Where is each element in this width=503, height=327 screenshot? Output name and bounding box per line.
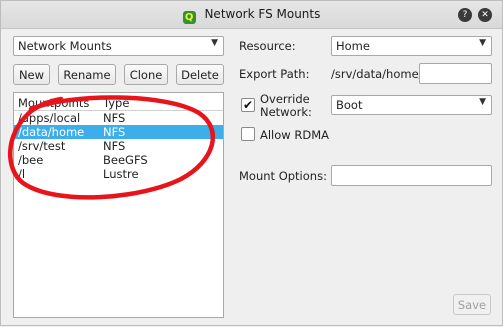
dropdown-arrow-icon: ▼ [479, 38, 486, 48]
allow-rdma-label: Allow RDMA [260, 128, 329, 142]
save-button[interactable]: Save [453, 294, 491, 315]
clone-button-label: Clone [129, 68, 163, 82]
row-mountpoint: /apps/local [18, 111, 81, 125]
new-button-label: New [18, 68, 45, 82]
window-title: Network FS Mounts [204, 7, 321, 21]
delete-button-label: Delete [181, 68, 219, 82]
network-fs-mounts-window: Q Network FS Mounts ? ✕ Network Mounts ▼… [0, 0, 503, 326]
dropdown-arrow-icon: ▼ [211, 38, 218, 48]
mount-options-label: Mount Options: [239, 169, 327, 183]
row-mountpoint: /data/home [18, 125, 85, 139]
delete-button[interactable]: Delete [176, 64, 224, 85]
list-header: Mountpoints Type [14, 93, 223, 111]
list-item[interactable]: /l Lustre [14, 167, 223, 181]
row-mountpoint: /l [18, 167, 26, 181]
new-button[interactable]: New [13, 64, 50, 85]
export-path-prefix: /srv/data/home/ [331, 67, 423, 81]
override-network-checkbox[interactable]: ✔ [241, 98, 255, 112]
row-mountpoint: /bee [18, 153, 44, 167]
close-icon[interactable]: ✕ [478, 8, 492, 22]
network-select[interactable]: Boot ▼ [331, 95, 492, 115]
network-value: Boot [336, 98, 363, 112]
checkmark-icon: ✔ [242, 98, 254, 112]
row-type: Lustre [103, 167, 139, 181]
list-item[interactable]: /bee BeeGFS [14, 153, 223, 167]
rename-button[interactable]: Rename [58, 64, 116, 85]
override-network-label-line2: Network: [260, 105, 312, 119]
column-header-mountpoints[interactable]: Mountpoints [18, 96, 89, 110]
mount-category-value: Network Mounts [18, 39, 112, 53]
resource-select[interactable]: Home ▼ [331, 36, 492, 56]
rename-button-label: Rename [63, 68, 111, 82]
row-type: NFS [103, 139, 126, 153]
title-bar: Q Network FS Mounts ? ✕ [1, 1, 502, 29]
export-path-input[interactable] [419, 63, 492, 84]
row-type: NFS [103, 125, 126, 139]
resource-label: Resource: [239, 39, 296, 53]
app-icon: Q [182, 11, 196, 24]
override-network-label-line1: Override [260, 92, 310, 106]
list-item[interactable]: /apps/local NFS [14, 111, 223, 125]
row-mountpoint: /srv/test [18, 139, 66, 153]
row-type: NFS [103, 111, 126, 125]
help-icon[interactable]: ? [458, 8, 472, 22]
row-type: BeeGFS [103, 153, 148, 167]
clone-button[interactable]: Clone [124, 64, 168, 85]
mounts-list[interactable]: Mountpoints Type /apps/local NFS /data/h… [13, 92, 224, 318]
column-header-type[interactable]: Type [103, 96, 129, 110]
list-item[interactable]: /srv/test NFS [14, 139, 223, 153]
mount-options-input[interactable] [331, 165, 492, 186]
export-path-label: Export Path: [239, 67, 310, 81]
resource-value: Home [336, 39, 370, 53]
dropdown-arrow-icon: ▼ [479, 97, 486, 107]
allow-rdma-checkbox[interactable] [241, 127, 255, 141]
save-button-label: Save [457, 298, 487, 312]
mount-category-select[interactable]: Network Mounts ▼ [13, 36, 224, 56]
window-title-group: Q Network FS Mounts [1, 7, 502, 24]
list-item-selected[interactable]: /data/home NFS [14, 125, 223, 139]
